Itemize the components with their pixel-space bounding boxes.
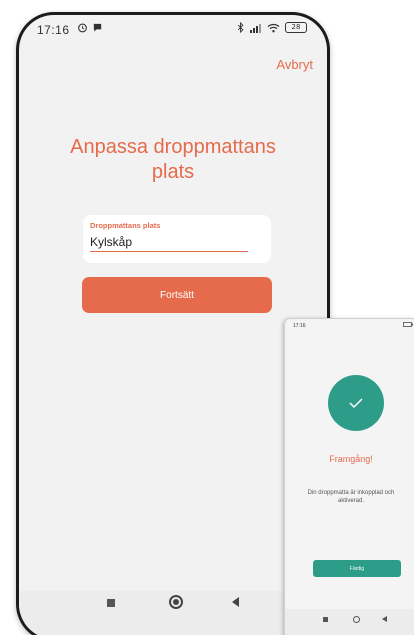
main-screen: 17:16 28 Avbryt Anpassa droppmattans pla… bbox=[19, 15, 327, 635]
inset-status-icons bbox=[403, 322, 413, 329]
status-bar: 17:16 28 bbox=[19, 15, 327, 41]
inset-success-screen: 17:16 Framgång! Din droppmatta är inkopp… bbox=[284, 318, 414, 635]
continue-button[interactable]: Fortsätt bbox=[82, 277, 272, 313]
inset-back-triangle-icon[interactable] bbox=[382, 616, 387, 622]
inset-status-bar: 17:16 bbox=[285, 319, 414, 333]
back-triangle-icon[interactable] bbox=[232, 597, 239, 607]
inset-status-time: 17:16 bbox=[293, 323, 306, 329]
status-right-icons: 28 bbox=[237, 22, 307, 33]
home-circle-icon[interactable] bbox=[169, 595, 183, 609]
stage: 17:16 28 Avbryt Anpassa droppmattans pla… bbox=[0, 0, 414, 635]
location-field-card: Droppmattans plats bbox=[83, 215, 271, 263]
cancel-button[interactable]: Avbryt bbox=[276, 57, 313, 72]
status-left-icons bbox=[77, 22, 103, 33]
status-time: 17:16 bbox=[37, 23, 70, 37]
done-button[interactable]: Färdig bbox=[313, 560, 401, 577]
inset-recents-square-icon[interactable] bbox=[323, 617, 328, 622]
checkmark-icon bbox=[349, 398, 363, 409]
battery-icon: 28 bbox=[285, 22, 307, 33]
signal-icon bbox=[250, 23, 261, 33]
inset-home-circle-icon[interactable] bbox=[353, 616, 360, 623]
location-field-label: Droppmattans plats bbox=[90, 221, 161, 230]
recents-square-icon[interactable] bbox=[107, 599, 115, 607]
success-check-circle bbox=[328, 375, 384, 431]
success-title: Framgång! bbox=[329, 454, 373, 464]
alarm-icon bbox=[78, 23, 87, 33]
success-message: Din droppmatta är inkopplad och aktivera… bbox=[307, 490, 395, 504]
chat-icon bbox=[93, 23, 102, 32]
wifi-icon bbox=[267, 23, 280, 32]
main-phone-frame: 17:16 28 Avbryt Anpassa droppmattans pla… bbox=[16, 12, 330, 635]
bluetooth-icon bbox=[237, 22, 244, 33]
page-title: Anpassa droppmattans plats bbox=[70, 136, 276, 183]
inset-battery-icon bbox=[403, 322, 413, 327]
inset-navigation-bar bbox=[285, 609, 414, 635]
navigation-bar bbox=[19, 591, 327, 635]
location-input[interactable] bbox=[90, 233, 248, 252]
